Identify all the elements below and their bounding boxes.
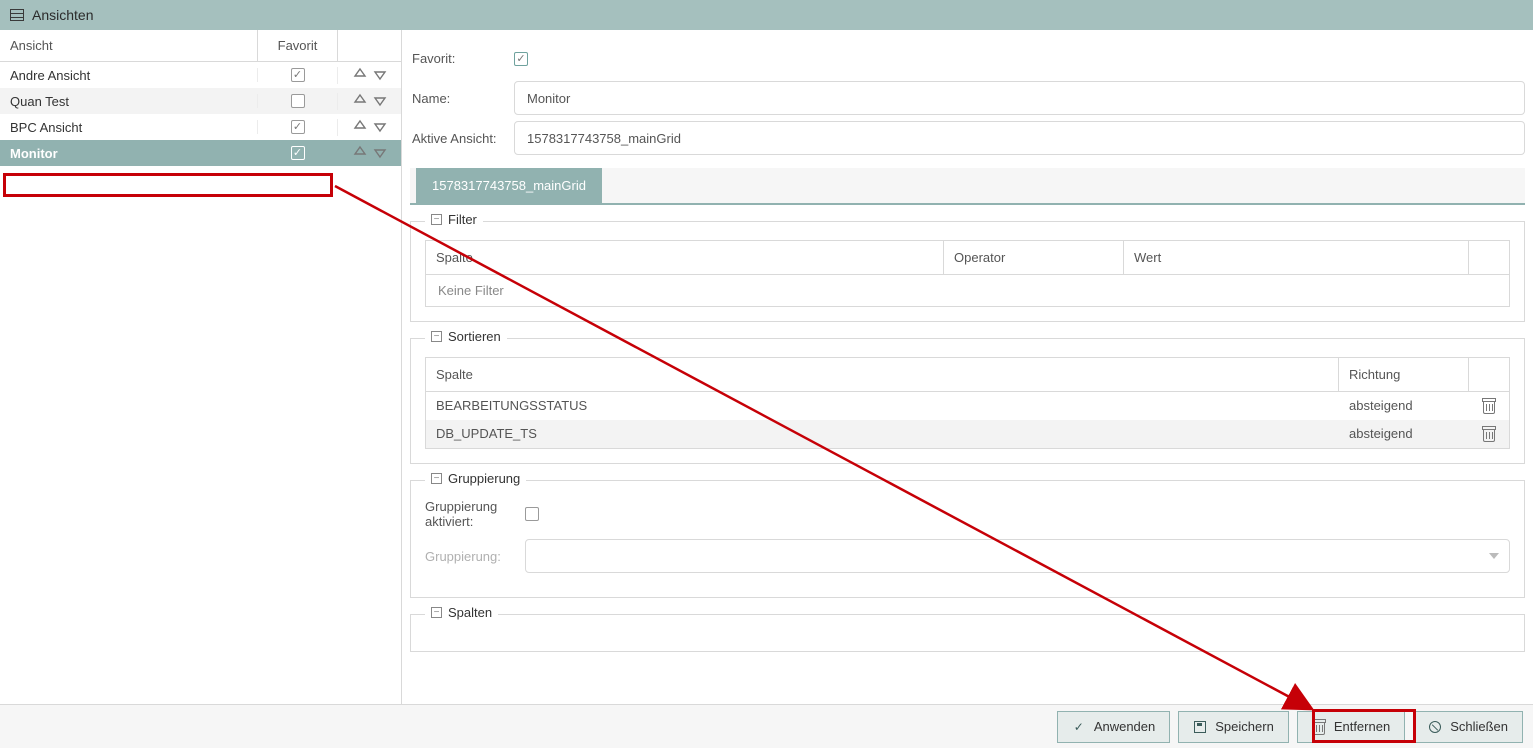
name-row: Name: <box>410 78 1525 118</box>
app-window: Ansichten Ansicht Favorit Andre Ansicht <box>0 0 1533 748</box>
sort-row: BEARBEITUNGSSTATUS absteigend <box>426 392 1509 420</box>
columns-legend-text: Spalten <box>448 605 492 620</box>
group-legend[interactable]: − Gruppierung <box>425 471 526 486</box>
fav-label: Favorit: <box>410 51 514 66</box>
active-view-field <box>514 121 1525 155</box>
view-row[interactable]: Andre Ansicht <box>0 62 401 88</box>
move-down-icon[interactable] <box>373 93 387 110</box>
move-up-icon[interactable] <box>353 145 367 162</box>
filter-header-val: Wert <box>1124 241 1469 274</box>
collapse-icon: − <box>431 214 442 225</box>
fav-checkbox-detail[interactable] <box>514 52 528 66</box>
header-name: Ansicht <box>0 30 257 61</box>
view-name: BPC Ansicht <box>0 120 257 135</box>
sort-legend-text: Sortieren <box>448 329 501 344</box>
filter-header-actions <box>1469 241 1509 274</box>
fav-checkbox[interactable] <box>291 68 305 82</box>
views-icon <box>10 9 24 21</box>
move-down-icon[interactable] <box>373 119 387 136</box>
tab-maingrid[interactable]: 1578317743758_mainGrid <box>416 168 602 203</box>
sort-header-col: Spalte <box>426 358 1339 391</box>
view-name: Quan Test <box>0 94 257 109</box>
view-name: Andre Ansicht <box>0 68 257 83</box>
main-split: Ansicht Favorit Andre Ansicht <box>0 30 1533 704</box>
name-label: Name: <box>410 91 514 106</box>
active-row: Aktive Ansicht: <box>410 118 1525 158</box>
filter-header-col: Spalte <box>426 241 944 274</box>
check-icon <box>1072 720 1086 734</box>
save-label: Speichern <box>1215 719 1274 734</box>
header-fav: Favorit <box>257 30 337 61</box>
filter-empty-row: Keine Filter <box>426 275 1509 306</box>
move-up-icon[interactable] <box>353 93 367 110</box>
group-section: − Gruppierung Gruppierung aktiviert: Gru… <box>410 480 1525 598</box>
apply-label: Anwenden <box>1094 719 1155 734</box>
titlebar: Ansichten <box>0 0 1533 30</box>
view-list-panel: Ansicht Favorit Andre Ansicht <box>0 30 402 704</box>
tab-bar: 1578317743758_mainGrid <box>410 168 1525 205</box>
fav-row: Favorit: <box>410 38 1525 78</box>
group-active-row: Gruppierung aktiviert: <box>425 499 1510 529</box>
collapse-icon: − <box>431 331 442 342</box>
sort-row: DB_UPDATE_TS absteigend <box>426 420 1509 448</box>
view-row-selected[interactable]: Monitor <box>0 140 401 166</box>
save-icon <box>1193 720 1207 734</box>
move-up-icon[interactable] <box>353 119 367 136</box>
remove-button[interactable]: Entfernen <box>1297 711 1405 743</box>
filter-legend-text: Filter <box>448 212 477 227</box>
apply-button[interactable]: Anwenden <box>1057 711 1170 743</box>
sort-legend[interactable]: − Sortieren <box>425 329 507 344</box>
filter-table: Spalte Operator Wert Keine Filter <box>425 240 1510 307</box>
active-label: Aktive Ansicht: <box>410 131 514 146</box>
collapse-icon: − <box>431 473 442 484</box>
columns-legend[interactable]: − Spalten <box>425 605 498 620</box>
close-button[interactable]: Schließen <box>1413 711 1523 743</box>
cancel-icon <box>1428 720 1442 734</box>
group-active-checkbox[interactable] <box>525 507 539 521</box>
delete-icon[interactable] <box>1482 398 1496 414</box>
group-field-row: Gruppierung: <box>425 539 1510 573</box>
sort-col: BEARBEITUNGSSTATUS <box>426 392 1339 420</box>
sort-dir: absteigend <box>1339 392 1469 420</box>
fav-checkbox[interactable] <box>291 146 305 160</box>
sort-dir: absteigend <box>1339 420 1469 448</box>
columns-section: − Spalten <box>410 614 1525 652</box>
group-active-label: Gruppierung aktiviert: <box>425 499 525 529</box>
fav-checkbox[interactable] <box>291 94 305 108</box>
delete-icon[interactable] <box>1482 426 1496 442</box>
sort-table: Spalte Richtung BEARBEITUNGSSTATUS abste… <box>425 357 1510 449</box>
group-legend-text: Gruppierung <box>448 471 520 486</box>
header-actions <box>337 30 401 61</box>
name-input[interactable] <box>514 81 1525 115</box>
window-title: Ansichten <box>32 7 93 23</box>
filter-header-op: Operator <box>944 241 1124 274</box>
view-name: Monitor <box>0 146 257 161</box>
footer: Anwenden Speichern Entfernen Schließen <box>0 704 1533 748</box>
collapse-icon: − <box>431 607 442 618</box>
detail-panel[interactable]: Favorit: Name: Aktive Ansicht: 157831774… <box>402 30 1533 704</box>
view-list-body: Andre Ansicht Quan Test <box>0 62 401 166</box>
move-down-icon[interactable] <box>373 67 387 84</box>
sort-header-dir: Richtung <box>1339 358 1469 391</box>
sort-col: DB_UPDATE_TS <box>426 420 1339 448</box>
chevron-down-icon <box>1489 553 1499 559</box>
view-list-header: Ansicht Favorit <box>0 30 401 62</box>
view-row[interactable]: Quan Test <box>0 88 401 114</box>
filter-legend[interactable]: − Filter <box>425 212 483 227</box>
move-up-icon[interactable] <box>353 67 367 84</box>
group-field-label: Gruppierung: <box>425 549 525 564</box>
move-down-icon[interactable] <box>373 145 387 162</box>
sort-header-actions <box>1469 358 1509 391</box>
sort-section: − Sortieren Spalte Richtung BEARBEITUNGS… <box>410 338 1525 464</box>
filter-section: − Filter Spalte Operator Wert Keine Filt… <box>410 221 1525 322</box>
view-row[interactable]: BPC Ansicht <box>0 114 401 140</box>
trash-icon <box>1312 720 1326 734</box>
remove-label: Entfernen <box>1334 719 1390 734</box>
fav-checkbox[interactable] <box>291 120 305 134</box>
group-dropdown[interactable] <box>525 539 1510 573</box>
close-label: Schließen <box>1450 719 1508 734</box>
save-button[interactable]: Speichern <box>1178 711 1289 743</box>
